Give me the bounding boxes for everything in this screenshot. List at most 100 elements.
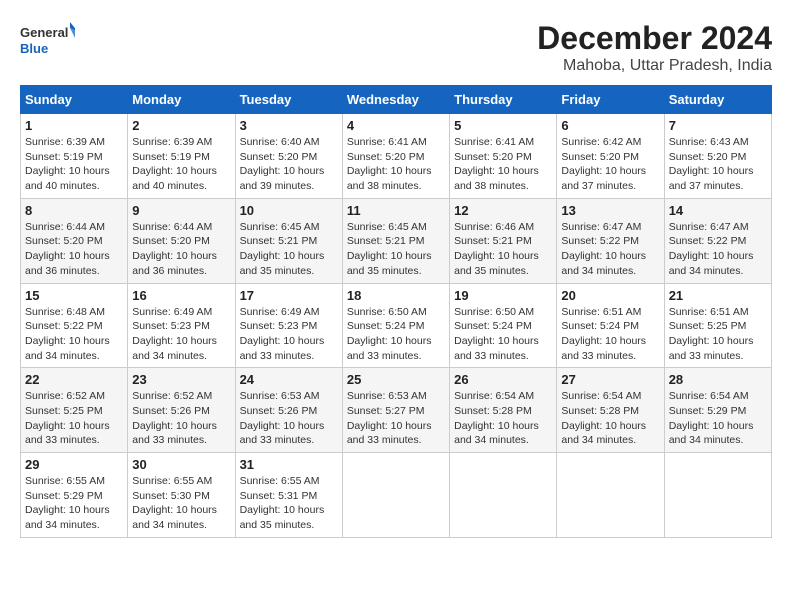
calendar-cell	[342, 453, 449, 538]
calendar-row: 29 Sunrise: 6:55 AMSunset: 5:29 PMDayligh…	[21, 453, 772, 538]
col-tuesday: Tuesday	[235, 86, 342, 114]
calendar-cell: 26Sunrise: 6:54 AMSunset: 5:28 PMDayligh…	[450, 368, 557, 453]
location: Mahoba, Uttar Pradesh, India	[537, 57, 772, 75]
calendar-cell	[664, 453, 771, 538]
col-friday: Friday	[557, 86, 664, 114]
calendar-row: 8 Sunrise: 6:44 AMSunset: 5:20 PMDaylight…	[21, 198, 772, 283]
calendar-cell: 12 Sunrise: 6:46 AMSunset: 5:21 PMDayligh…	[450, 198, 557, 283]
calendar-cell: 9 Sunrise: 6:44 AMSunset: 5:20 PMDaylight…	[128, 198, 235, 283]
calendar-row: 15Sunrise: 6:48 AMSunset: 5:22 PMDayligh…	[21, 283, 772, 368]
day-info: Sunrise: 6:54 AMSunset: 5:29 PMDaylight:…	[669, 390, 754, 446]
calendar-row: 1 Sunrise: 6:39 AMSunset: 5:19 PMDaylight…	[21, 114, 772, 199]
col-saturday: Saturday	[664, 86, 771, 114]
calendar-cell: 16 Sunrise: 6:49 AMSunset: 5:23 PMDayligh…	[128, 283, 235, 368]
day-info: Sunrise: 6:40 AMSunset: 5:20 PMDaylight:…	[240, 136, 325, 192]
day-info: Sunrise: 6:54 AMSunset: 5:28 PMDaylight:…	[561, 390, 646, 446]
day-info: Sunrise: 6:45 AMSunset: 5:21 PMDaylight:…	[347, 221, 432, 277]
svg-text:Blue: Blue	[20, 41, 48, 56]
col-sunday: Sunday	[21, 86, 128, 114]
day-number: 12	[454, 203, 552, 218]
title-section: December 2024 Mahoba, Uttar Pradesh, Ind…	[537, 20, 772, 75]
day-info: Sunrise: 6:55 AMSunset: 5:29 PMDaylight:…	[25, 475, 110, 531]
day-number: 8	[25, 203, 123, 218]
day-info: Sunrise: 6:44 AMSunset: 5:20 PMDaylight:…	[132, 221, 217, 277]
day-info: Sunrise: 6:55 AMSunset: 5:31 PMDaylight:…	[240, 475, 325, 531]
day-info: Sunrise: 6:52 AMSunset: 5:26 PMDaylight:…	[132, 390, 217, 446]
calendar-cell: 6 Sunrise: 6:42 AMSunset: 5:20 PMDaylight…	[557, 114, 664, 199]
day-number: 19	[454, 288, 552, 303]
day-number: 13	[561, 203, 659, 218]
logo: General Blue	[20, 20, 75, 62]
day-number: 1	[25, 118, 123, 133]
day-number: 5	[454, 118, 552, 133]
calendar-cell: 27Sunrise: 6:54 AMSunset: 5:28 PMDayligh…	[557, 368, 664, 453]
calendar-cell: 5 Sunrise: 6:41 AMSunset: 5:20 PMDaylight…	[450, 114, 557, 199]
col-wednesday: Wednesday	[342, 86, 449, 114]
calendar-cell: 24 Sunrise: 6:53 AMSunset: 5:26 PMDayligh…	[235, 368, 342, 453]
day-info: Sunrise: 6:49 AMSunset: 5:23 PMDaylight:…	[132, 306, 217, 362]
day-number: 9	[132, 203, 230, 218]
calendar-cell: 30 Sunrise: 6:55 AMSunset: 5:30 PMDayligh…	[128, 453, 235, 538]
day-info: Sunrise: 6:53 AMSunset: 5:26 PMDaylight:…	[240, 390, 325, 446]
calendar-cell: 11 Sunrise: 6:45 AMSunset: 5:21 PMDayligh…	[342, 198, 449, 283]
day-info: Sunrise: 6:53 AMSunset: 5:27 PMDaylight:…	[347, 390, 432, 446]
month-title: December 2024	[537, 20, 772, 57]
day-number: 7	[669, 118, 767, 133]
day-number: 21	[669, 288, 767, 303]
day-info: Sunrise: 6:45 AMSunset: 5:21 PMDaylight:…	[240, 221, 325, 277]
calendar-table: Sunday Monday Tuesday Wednesday Thursday…	[20, 85, 772, 538]
calendar-cell	[557, 453, 664, 538]
calendar-cell: 3 Sunrise: 6:40 AMSunset: 5:20 PMDaylight…	[235, 114, 342, 199]
calendar-cell: 1 Sunrise: 6:39 AMSunset: 5:19 PMDaylight…	[21, 114, 128, 199]
page-header: General Blue December 2024 Mahoba, Uttar…	[20, 20, 772, 75]
day-info: Sunrise: 6:47 AMSunset: 5:22 PMDaylight:…	[669, 221, 754, 277]
day-info: Sunrise: 6:54 AMSunset: 5:28 PMDaylight:…	[454, 390, 539, 446]
day-number: 17	[240, 288, 338, 303]
day-info: Sunrise: 6:41 AMSunset: 5:20 PMDaylight:…	[347, 136, 432, 192]
calendar-row: 22 Sunrise: 6:52 AMSunset: 5:25 PMDayligh…	[21, 368, 772, 453]
day-number: 24	[240, 372, 338, 387]
day-number: 23	[132, 372, 230, 387]
day-number: 11	[347, 203, 445, 218]
calendar-cell: 13 Sunrise: 6:47 AMSunset: 5:22 PMDayligh…	[557, 198, 664, 283]
day-info: Sunrise: 6:39 AMSunset: 5:19 PMDaylight:…	[25, 136, 110, 192]
svg-text:General: General	[20, 25, 68, 40]
day-info: Sunrise: 6:47 AMSunset: 5:22 PMDaylight:…	[561, 221, 646, 277]
day-number: 16	[132, 288, 230, 303]
header-row: Sunday Monday Tuesday Wednesday Thursday…	[21, 86, 772, 114]
calendar-cell: 14Sunrise: 6:47 AMSunset: 5:22 PMDayligh…	[664, 198, 771, 283]
calendar-cell	[450, 453, 557, 538]
day-number: 6	[561, 118, 659, 133]
day-info: Sunrise: 6:50 AMSunset: 5:24 PMDaylight:…	[347, 306, 432, 362]
calendar-cell: 18 Sunrise: 6:50 AMSunset: 5:24 PMDayligh…	[342, 283, 449, 368]
day-info: Sunrise: 6:43 AMSunset: 5:20 PMDaylight:…	[669, 136, 754, 192]
calendar-cell: 4 Sunrise: 6:41 AMSunset: 5:20 PMDaylight…	[342, 114, 449, 199]
day-number: 3	[240, 118, 338, 133]
calendar-cell: 8Sunrise: 6:44 AMSunset: 5:20 PMDaylight…	[21, 198, 128, 283]
day-number: 18	[347, 288, 445, 303]
day-info: Sunrise: 6:55 AMSunset: 5:30 PMDaylight:…	[132, 475, 217, 531]
day-number: 4	[347, 118, 445, 133]
calendar-cell: 25 Sunrise: 6:53 AMSunset: 5:27 PMDayligh…	[342, 368, 449, 453]
day-info: Sunrise: 6:51 AMSunset: 5:24 PMDaylight:…	[561, 306, 646, 362]
calendar-cell: 7 Sunrise: 6:43 AMSunset: 5:20 PMDaylight…	[664, 114, 771, 199]
day-info: Sunrise: 6:48 AMSunset: 5:22 PMDaylight:…	[25, 306, 110, 362]
day-info: Sunrise: 6:49 AMSunset: 5:23 PMDaylight:…	[240, 306, 325, 362]
day-info: Sunrise: 6:51 AMSunset: 5:25 PMDaylight:…	[669, 306, 754, 362]
day-number: 25	[347, 372, 445, 387]
col-monday: Monday	[128, 86, 235, 114]
day-number: 22	[25, 372, 123, 387]
calendar-cell: 21 Sunrise: 6:51 AMSunset: 5:25 PMDayligh…	[664, 283, 771, 368]
day-info: Sunrise: 6:42 AMSunset: 5:20 PMDaylight:…	[561, 136, 646, 192]
day-number: 20	[561, 288, 659, 303]
day-number: 29	[25, 457, 123, 472]
day-number: 2	[132, 118, 230, 133]
day-info: Sunrise: 6:52 AMSunset: 5:25 PMDaylight:…	[25, 390, 110, 446]
calendar-cell: 23 Sunrise: 6:52 AMSunset: 5:26 PMDayligh…	[128, 368, 235, 453]
day-number: 30	[132, 457, 230, 472]
day-info: Sunrise: 6:46 AMSunset: 5:21 PMDaylight:…	[454, 221, 539, 277]
calendar-cell: 22 Sunrise: 6:52 AMSunset: 5:25 PMDayligh…	[21, 368, 128, 453]
calendar-cell: 2Sunrise: 6:39 AMSunset: 5:19 PMDaylight…	[128, 114, 235, 199]
calendar-cell: 10Sunrise: 6:45 AMSunset: 5:21 PMDayligh…	[235, 198, 342, 283]
day-info: Sunrise: 6:41 AMSunset: 5:20 PMDaylight:…	[454, 136, 539, 192]
